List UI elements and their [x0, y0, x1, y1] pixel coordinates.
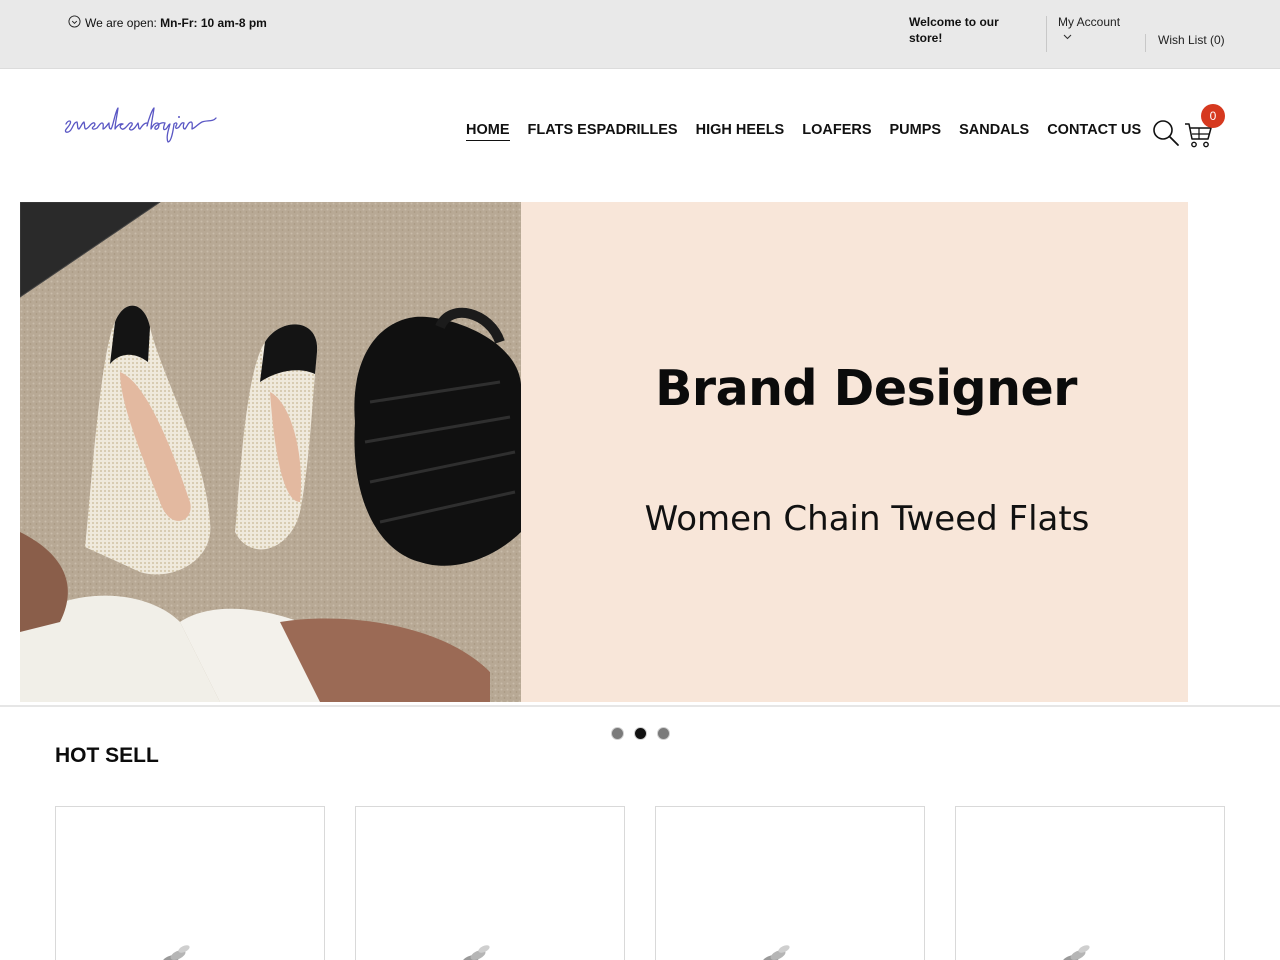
- slider-dots: [611, 727, 670, 740]
- loading-spinner-icon: [1061, 945, 1090, 960]
- hero-title: Brand Designer: [655, 360, 1077, 417]
- slider-dot-active[interactable]: [634, 727, 647, 740]
- slider-dot[interactable]: [611, 727, 624, 740]
- nav-pumps[interactable]: PUMPS: [890, 121, 942, 141]
- my-account-dropdown[interactable]: My Account: [1058, 14, 1120, 40]
- opening-hours: We are open: Mn-Fr: 10 am-8 pm: [68, 15, 268, 31]
- product-card[interactable]: [655, 806, 925, 960]
- cart-count-badge[interactable]: 0: [1201, 104, 1225, 128]
- search-icon[interactable]: [1151, 118, 1181, 148]
- nav-contact-us[interactable]: CONTACT US: [1047, 121, 1141, 141]
- main-nav: HOME FLATS ESPADRILLES HIGH HEELS LOAFER…: [466, 121, 1141, 141]
- loading-spinner-icon: [461, 945, 490, 960]
- hero-text-panel: Brand Designer Women Chain Tweed Flats: [521, 202, 1188, 702]
- clock-icon: [68, 15, 81, 28]
- my-account-label[interactable]: My Account: [1058, 15, 1120, 29]
- loading-spinner-icon: [761, 945, 790, 960]
- top-bar: We are open: Mn-Fr: 10 am-8 pm Welcome t…: [0, 0, 1280, 69]
- divider: [1046, 16, 1047, 52]
- wish-list-link[interactable]: Wish List (0): [1158, 32, 1225, 48]
- hero-subtitle: Women Chain Tweed Flats: [644, 499, 1090, 539]
- divider: [1145, 34, 1146, 52]
- nav-loafers[interactable]: LOAFERS: [802, 121, 871, 141]
- logo-text: sneakerlogin: [62, 98, 68, 99]
- hours-value: Mn-Fr: 10 am-8 pm: [160, 16, 267, 30]
- section-title-hot-sell: HOT SELL: [55, 744, 159, 767]
- nav-flats-espadrilles[interactable]: FLATS ESPADRILLES: [528, 121, 678, 141]
- slider-dot[interactable]: [657, 727, 670, 740]
- welcome-message: Welcome to our store!: [909, 15, 999, 45]
- chevron-down-icon[interactable]: [1063, 34, 1072, 40]
- site-logo[interactable]: sneakerlogin: [62, 98, 222, 150]
- loading-spinner-icon: [161, 945, 190, 960]
- divider: [0, 705, 1280, 707]
- nav-home[interactable]: HOME: [466, 121, 510, 141]
- product-card[interactable]: [955, 806, 1225, 960]
- nav-sandals[interactable]: SANDALS: [959, 121, 1029, 141]
- product-card[interactable]: [55, 806, 325, 960]
- hero-photo: [20, 202, 521, 702]
- hero-slider[interactable]: Brand Designer Women Chain Tweed Flats: [20, 202, 1188, 702]
- hours-prefix: We are open:: [85, 16, 157, 30]
- nav-high-heels[interactable]: HIGH HEELS: [696, 121, 785, 141]
- product-card[interactable]: [355, 806, 625, 960]
